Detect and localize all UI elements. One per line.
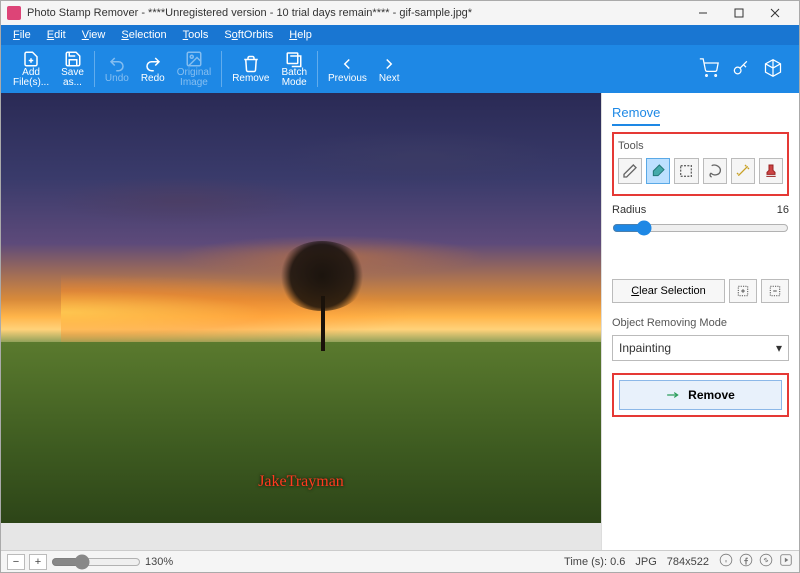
close-button[interactable] [757, 2, 793, 24]
maximize-button[interactable] [721, 2, 757, 24]
batch-mode-button[interactable]: Batch Mode [275, 47, 313, 91]
radius-slider[interactable] [612, 220, 789, 236]
status-time: Time (s): 0.6 [564, 556, 625, 568]
app-icon [7, 6, 21, 20]
tool-lasso[interactable] [703, 158, 727, 184]
select-expand-button[interactable] [729, 279, 757, 303]
original-image-button[interactable]: Original Image [171, 47, 217, 91]
undo-button[interactable]: Undo [99, 47, 135, 91]
previous-button[interactable]: Previous [322, 47, 373, 91]
mode-label: Object Removing Mode [612, 317, 789, 329]
chevron-down-icon: ▾ [776, 341, 782, 355]
image-canvas[interactable]: JakeTrayman [1, 93, 601, 523]
side-tab-remove[interactable]: Remove [612, 101, 660, 126]
mode-select[interactable]: Inpainting ▾ [612, 335, 789, 361]
menu-help[interactable]: Help [281, 27, 320, 43]
redo-button[interactable]: Redo [135, 47, 171, 91]
window-title: Photo Stamp Remover - ****Unregistered v… [27, 7, 685, 19]
menu-selection[interactable]: Selection [113, 27, 174, 43]
zoom-in-button[interactable]: + [29, 554, 47, 570]
menubar: File Edit View Selection Tools SoftOrbit… [1, 25, 799, 45]
mode-value: Inpainting [619, 341, 671, 355]
zoom-slider[interactable] [51, 554, 141, 570]
side-panel: Remove Tools Radius 16 Clear Selection [601, 93, 799, 550]
tool-color-stamp[interactable] [759, 158, 783, 184]
remove-button-label: Remove [688, 388, 735, 402]
save-as-button[interactable]: Save as... [55, 47, 90, 91]
image-watermark: JakeTrayman [258, 473, 344, 491]
link-icon[interactable] [759, 553, 773, 570]
radius-label: Radius [612, 204, 646, 216]
info-icon[interactable] [719, 553, 733, 570]
tool-rectangle-select[interactable] [674, 158, 698, 184]
statusbar: − + 130% Time (s): 0.6 JPG 784x522 [1, 550, 799, 572]
menu-softorbits[interactable]: SoftOrbits [216, 27, 281, 43]
tools-label: Tools [618, 140, 783, 152]
tool-pencil[interactable] [618, 158, 642, 184]
status-dimensions: 784x522 [667, 556, 709, 568]
menu-tools[interactable]: Tools [175, 27, 217, 43]
minimize-button[interactable] [685, 2, 721, 24]
tool-marker[interactable] [646, 158, 670, 184]
cart-icon[interactable] [699, 58, 719, 81]
remove-button[interactable]: Remove [619, 380, 782, 410]
menu-file[interactable]: File [5, 27, 39, 43]
radius-value: 16 [777, 204, 789, 216]
clear-selection-button[interactable]: Clear Selection [612, 279, 725, 303]
menu-view[interactable]: View [74, 27, 114, 43]
remove-toolbar-button[interactable]: Remove [226, 47, 275, 91]
play-icon[interactable] [779, 553, 793, 570]
canvas-area[interactable]: JakeTrayman [1, 93, 601, 550]
cube-icon[interactable] [763, 58, 783, 81]
toolbar: Add File(s)... Save as... Undo Redo Orig… [1, 45, 799, 93]
social-icon[interactable] [739, 553, 753, 570]
titlebar: Photo Stamp Remover - ****Unregistered v… [1, 1, 799, 25]
add-files-button[interactable]: Add File(s)... [7, 47, 55, 91]
menu-edit[interactable]: Edit [39, 27, 74, 43]
tools-group: Tools [612, 132, 789, 196]
key-icon[interactable] [731, 58, 751, 81]
canvas-empty-area [1, 523, 601, 550]
zoom-out-button[interactable]: − [7, 554, 25, 570]
status-format: JPG [635, 556, 656, 568]
next-button[interactable]: Next [373, 47, 406, 91]
tool-magic-wand[interactable] [731, 158, 755, 184]
select-shrink-button[interactable] [761, 279, 789, 303]
app-window: Photo Stamp Remover - ****Unregistered v… [0, 0, 800, 573]
zoom-value: 130% [145, 556, 173, 568]
